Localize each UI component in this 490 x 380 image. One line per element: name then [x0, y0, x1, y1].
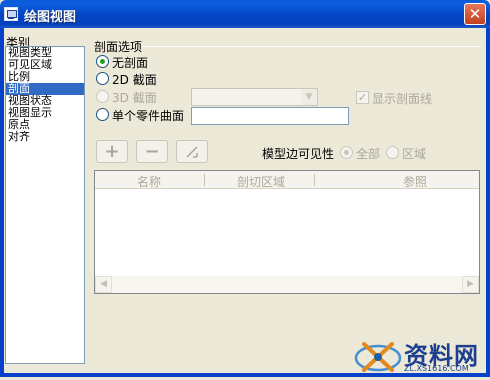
window-title: 绘图视图 — [24, 10, 77, 25]
section-options-label: 剖面选项 — [94, 40, 143, 54]
edge-visibility-area-radio[interactable] — [386, 146, 399, 159]
section-3d-dropdown[interactable]: ▼ — [191, 88, 318, 106]
edit-button[interactable] — [176, 140, 208, 163]
single-part-surface-radio[interactable] — [96, 108, 109, 121]
column-divider[interactable] — [314, 174, 315, 186]
remove-button[interactable]: − — [136, 140, 168, 163]
section-divider — [143, 46, 481, 47]
close-button[interactable]: ✕ — [464, 3, 486, 25]
edit-icon — [186, 146, 198, 158]
no-section-radio[interactable] — [96, 55, 109, 68]
single-part-surface-input[interactable] — [191, 107, 349, 125]
single-part-surface-label: 单个零件曲面 — [112, 109, 185, 123]
section-2d-radio[interactable] — [96, 72, 109, 85]
category-list[interactable]: 视图类型 可见区域 比例 剖面 视图状态 视图显示 原点 对齐 — [5, 46, 85, 364]
model-edge-visibility-label: 模型边可见性 — [262, 147, 335, 161]
column-divider[interactable] — [204, 174, 205, 186]
column-header-name[interactable]: 名称 — [137, 173, 161, 190]
section-3d-radio[interactable] — [96, 90, 109, 103]
chevron-down-icon[interactable]: ▼ — [301, 89, 317, 105]
title-bar: 绘图视图 ✕ — [0, 0, 490, 28]
add-button[interactable]: + — [96, 140, 128, 163]
edge-visibility-all-label: 全部 — [356, 147, 381, 161]
column-header-reference[interactable]: 参照 — [403, 173, 427, 190]
horizontal-scrollbar[interactable]: ◀ ▶ — [95, 276, 479, 293]
window-frame-left — [0, 28, 4, 377]
show-section-lines-checkbox[interactable]: ✓ — [356, 91, 369, 104]
window-icon — [4, 7, 18, 21]
category-item-alignment[interactable]: 对齐 — [6, 131, 84, 143]
edge-visibility-area-label: 区域 — [402, 147, 427, 161]
watermark-logo: 资料网 ZL.XS1616.COM — [352, 330, 490, 377]
no-section-label: 无剖面 — [112, 56, 149, 70]
column-header-section-area[interactable]: 剖切区域 — [237, 173, 285, 190]
table-header: 名称 剖切区域 参照 — [95, 171, 479, 189]
watermark-url: ZL.XS1616.COM — [404, 364, 469, 373]
scroll-right-icon[interactable]: ▶ — [462, 276, 479, 293]
window-frame-right — [486, 28, 490, 377]
show-section-lines-label: 显示剖面线 — [372, 92, 433, 106]
edge-visibility-all-radio[interactable] — [340, 146, 353, 159]
scroll-left-icon[interactable]: ◀ — [95, 276, 112, 293]
section-2d-label: 2D 截面 — [112, 73, 157, 87]
section-3d-label: 3D 截面 — [112, 91, 157, 105]
section-table[interactable]: 名称 剖切区域 参照 ◀ ▶ — [94, 170, 480, 294]
